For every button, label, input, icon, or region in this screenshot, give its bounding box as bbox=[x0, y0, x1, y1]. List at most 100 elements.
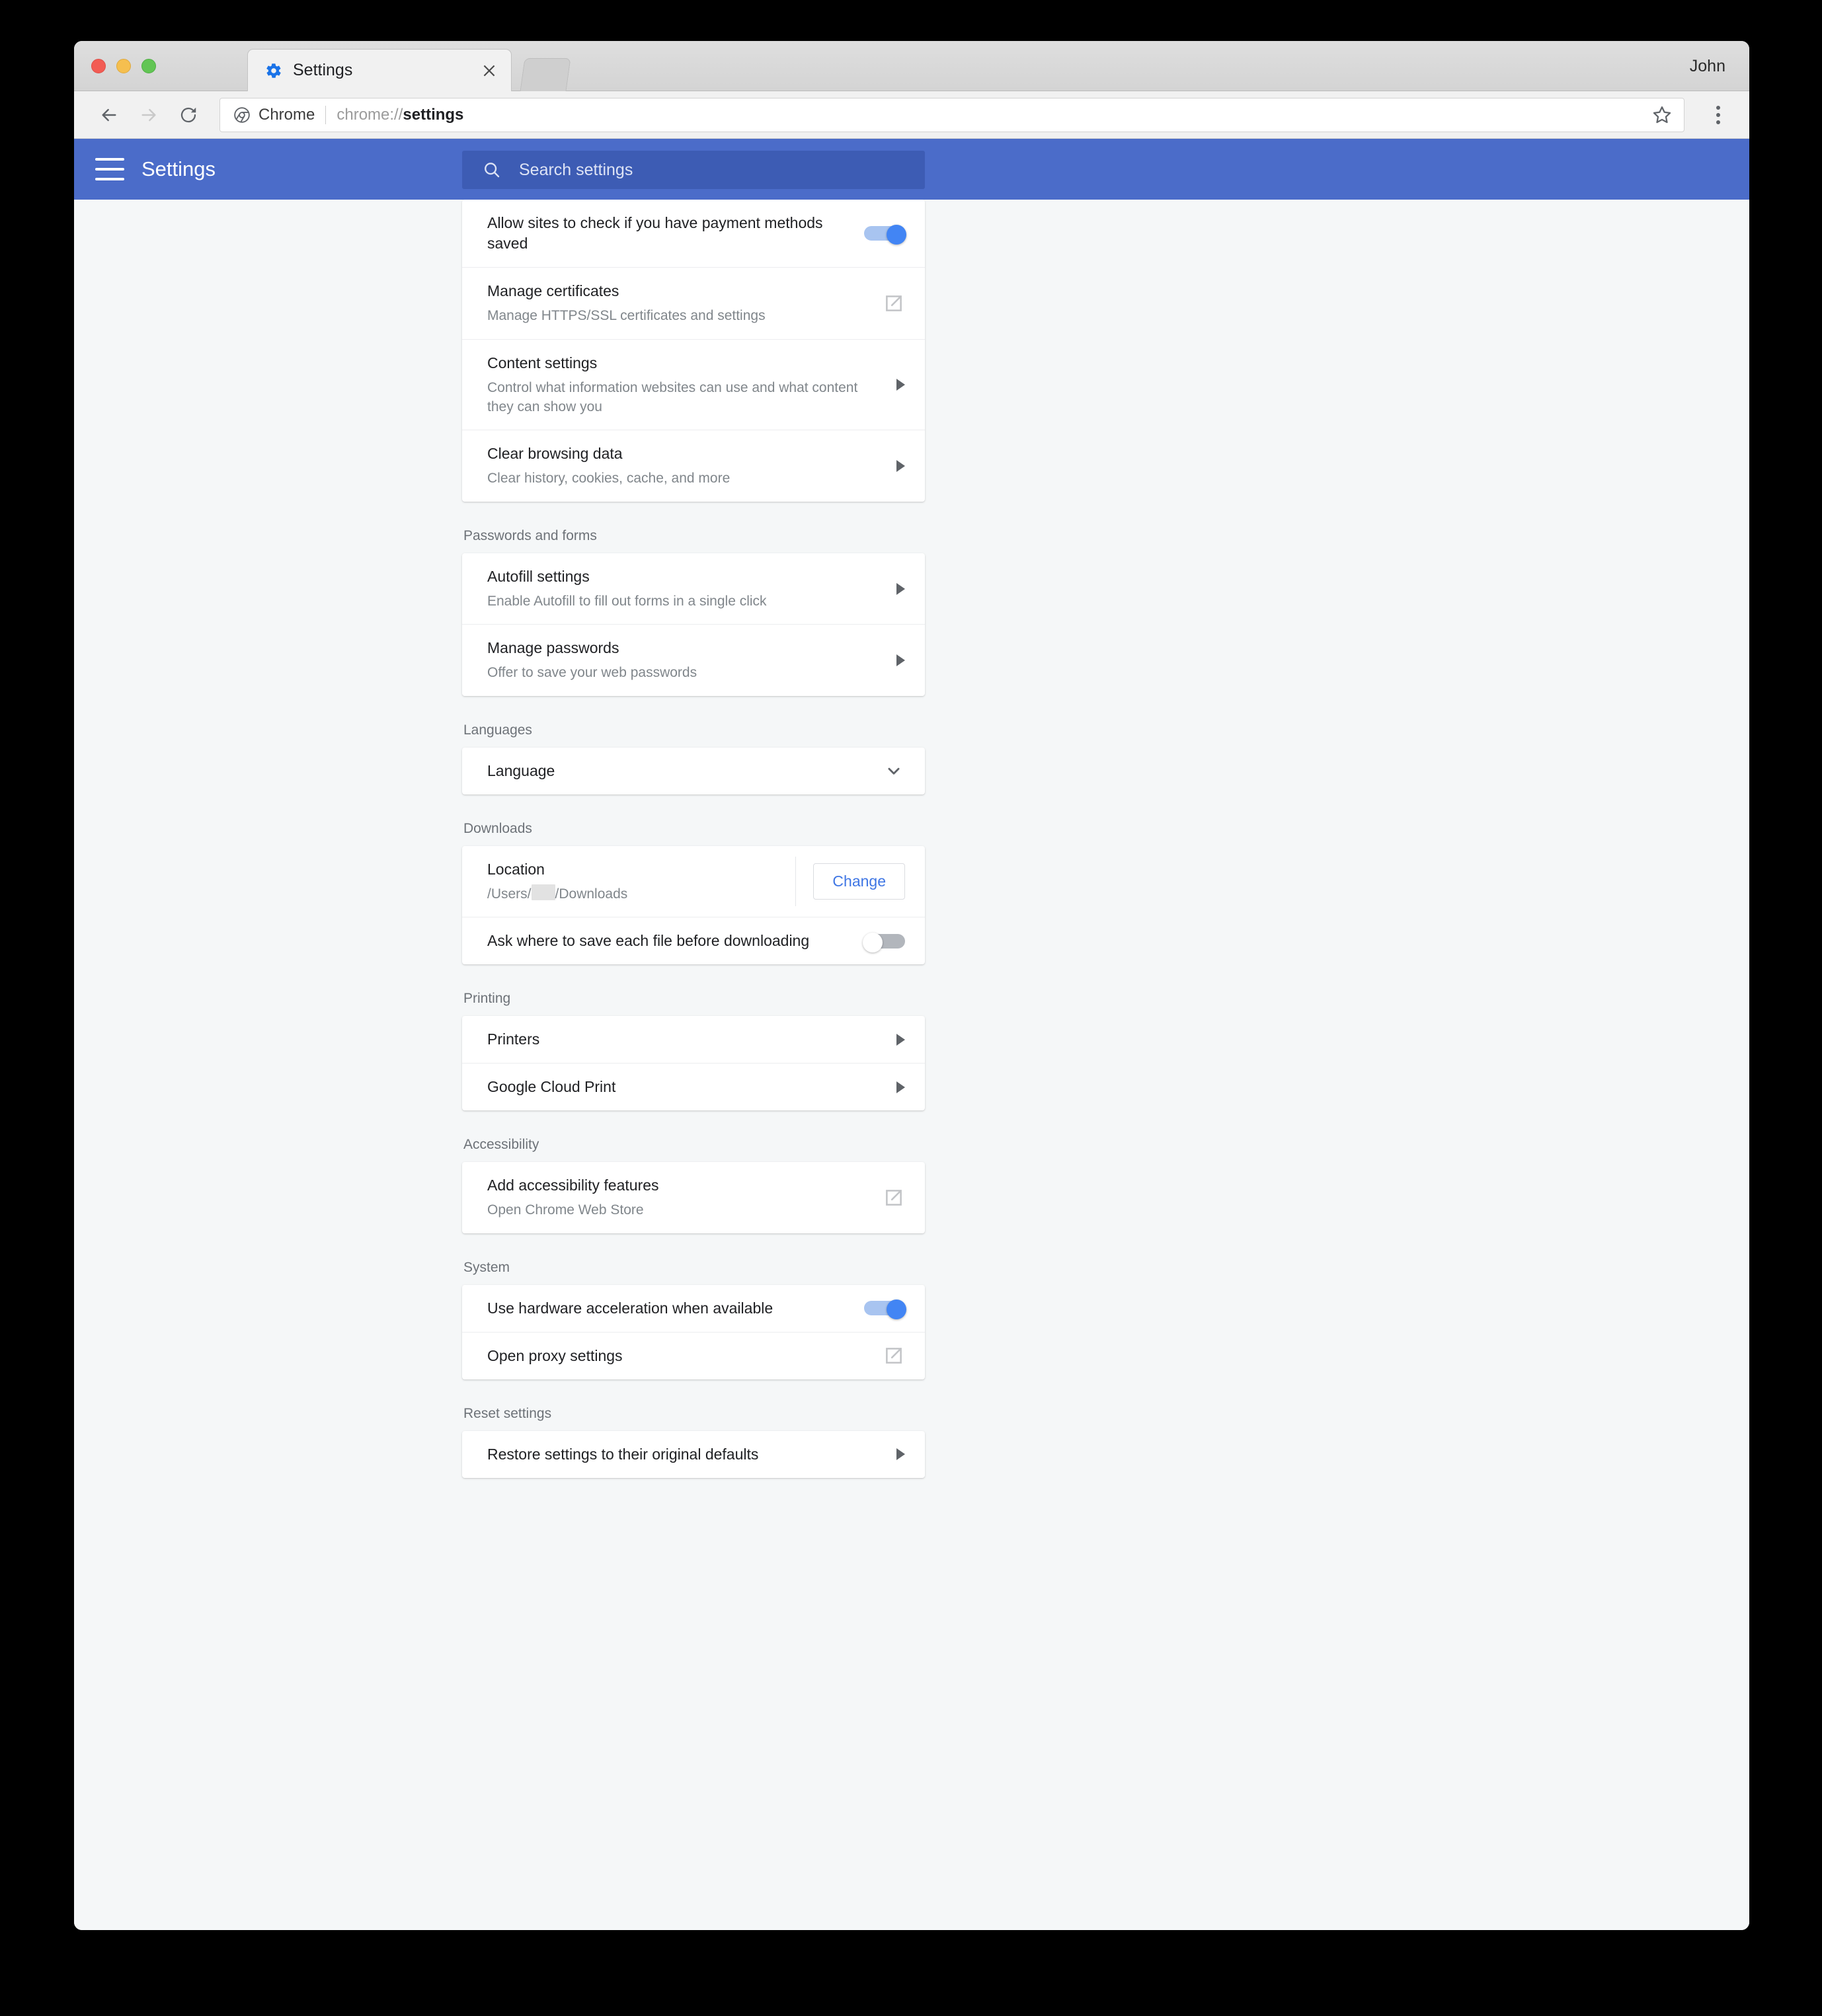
omnibox[interactable]: Chrome chrome://settings bbox=[219, 97, 1684, 132]
toggle-switch[interactable] bbox=[863, 932, 905, 952]
settings-row[interactable]: Manage passwords Offer to save your web p… bbox=[462, 624, 925, 695]
browser-toolbar: Chrome chrome://settings bbox=[74, 91, 1749, 139]
external-link-icon[interactable] bbox=[883, 1344, 905, 1367]
settings-row-text: Add accessibility features Open Chrome We… bbox=[487, 1162, 871, 1233]
section-label: Downloads bbox=[463, 820, 532, 836]
search-input[interactable]: Search settings bbox=[519, 161, 633, 180]
section-label: Printing bbox=[463, 991, 511, 1007]
close-icon[interactable] bbox=[479, 61, 499, 81]
path-suffix: /Downloads bbox=[555, 886, 628, 902]
chevron-right-glyph bbox=[896, 1033, 905, 1046]
toggle-switch-on[interactable] bbox=[864, 1299, 906, 1320]
settings-row[interactable]: Printers bbox=[462, 1016, 925, 1063]
settings-row[interactable]: Use hardware acceleration when available bbox=[462, 1285, 925, 1332]
chevron-right-icon[interactable] bbox=[896, 654, 905, 666]
traffic-lights bbox=[91, 59, 156, 73]
back-icon[interactable] bbox=[91, 97, 127, 133]
omnibox-url[interactable]: chrome://settings bbox=[337, 106, 1651, 124]
url-prefix: chrome:// bbox=[337, 105, 403, 124]
settings-card: Printers Google Cloud Print bbox=[462, 1016, 925, 1111]
settings-row[interactable]: Restore settings to their original defau… bbox=[462, 1431, 925, 1478]
search-settings-box[interactable]: Search settings bbox=[462, 151, 925, 189]
profile-name[interactable]: John bbox=[1690, 57, 1725, 76]
settings-row-title: Content settings bbox=[487, 354, 598, 371]
download-location-path: /Users/ /Downloads bbox=[487, 884, 785, 904]
settings-card: Add accessibility features Open Chrome We… bbox=[462, 1162, 925, 1233]
settings-row-title: Autofill settings bbox=[487, 567, 590, 585]
external-link-glyph bbox=[886, 295, 902, 311]
settings-row-title: Use hardware acceleration when available bbox=[487, 1299, 773, 1317]
external-link-glyph bbox=[886, 1190, 902, 1206]
minimize-window-button[interactable] bbox=[116, 59, 131, 73]
chevron-right-icon[interactable] bbox=[896, 582, 905, 595]
settings-row-text: Content settings Control what information… bbox=[487, 340, 885, 430]
settings-row-title: Google Cloud Print bbox=[487, 1078, 616, 1096]
close-window-button[interactable] bbox=[91, 59, 106, 73]
chevron-right-icon[interactable] bbox=[896, 1081, 905, 1093]
section-label: Reset settings bbox=[463, 1405, 552, 1421]
settings-row-title: Clear browsing data bbox=[487, 445, 623, 463]
settings-row[interactable]: Content settings Control what information… bbox=[462, 338, 925, 430]
chevron-right-icon[interactable] bbox=[896, 460, 905, 473]
external-link-icon[interactable] bbox=[883, 1186, 905, 1209]
chevron-right-icon[interactable] bbox=[896, 378, 905, 391]
section-label: System bbox=[463, 1259, 510, 1275]
bookmark-star-icon[interactable] bbox=[1651, 104, 1673, 126]
settings-row[interactable]: Manage certificates Manage HTTPS/SSL cert… bbox=[462, 267, 925, 338]
path-prefix: /Users/ bbox=[487, 886, 532, 902]
reload-icon[interactable] bbox=[171, 97, 206, 133]
omnibox-chrome-label: Chrome bbox=[258, 105, 315, 124]
settings-row-title: Printers bbox=[487, 1030, 540, 1048]
settings-row[interactable]: Google Cloud Print bbox=[462, 1063, 925, 1110]
chevron-down-icon[interactable] bbox=[883, 759, 905, 782]
settings-row[interactable]: Language bbox=[462, 748, 925, 795]
chevron-right-icon[interactable] bbox=[896, 1033, 905, 1046]
hamburger-icon[interactable] bbox=[95, 158, 124, 180]
search-icon bbox=[482, 160, 502, 180]
settings-row-text: Ask where to save each file before downl… bbox=[487, 917, 852, 964]
settings-row-text: Autofill settings Enable Autofill to fill… bbox=[487, 553, 885, 624]
chevron-right-glyph bbox=[896, 1448, 905, 1461]
settings-row[interactable]: Clear browsing data Clear history, cookie… bbox=[462, 430, 925, 501]
settings-row-title: Restore settings to their original defau… bbox=[487, 1445, 759, 1463]
settings-card: Use hardware acceleration when available… bbox=[462, 1284, 925, 1379]
settings-row[interactable]: Location/Users/ /Downloads Change bbox=[462, 846, 925, 917]
settings-card: Restore settings to their original defau… bbox=[462, 1430, 925, 1478]
settings-header: Settings Search settings bbox=[74, 139, 1749, 200]
settings-row-subtitle: Clear history, cookies, cache, and more bbox=[487, 471, 731, 486]
settings-row[interactable]: Ask where to save each file before downl… bbox=[462, 917, 925, 964]
settings-row-title: Location bbox=[487, 860, 545, 878]
toggle-switch[interactable] bbox=[864, 225, 906, 245]
gear-icon bbox=[265, 62, 282, 79]
browser-window: Settings John Chrome chrome://settings S… bbox=[74, 41, 1749, 1930]
toggle-knob bbox=[887, 225, 906, 245]
settings-row[interactable]: Open proxy settings bbox=[462, 1331, 925, 1379]
chrome-logo-icon bbox=[233, 106, 251, 124]
section-label: Passwords and forms bbox=[463, 527, 597, 543]
external-link-icon[interactable] bbox=[883, 292, 905, 315]
settings-row-text: Printers bbox=[487, 1016, 885, 1063]
settings-row[interactable]: Allow sites to check if you have payment… bbox=[462, 200, 925, 267]
chevron-right-icon[interactable] bbox=[896, 1448, 905, 1461]
inactive-tab-stub[interactable] bbox=[520, 58, 571, 91]
settings-row[interactable]: Autofill settings Enable Autofill to fill… bbox=[462, 553, 925, 624]
browser-tab-settings[interactable]: Settings bbox=[247, 49, 512, 91]
browser-menu-icon[interactable] bbox=[1704, 101, 1732, 129]
settings-row[interactable]: Add accessibility features Open Chrome We… bbox=[462, 1162, 925, 1233]
toggle-knob bbox=[863, 932, 883, 952]
chevron-right-glyph bbox=[896, 378, 905, 391]
change-location-button[interactable]: Change bbox=[813, 863, 905, 900]
settings-row-text: Use hardware acceleration when available bbox=[487, 1285, 852, 1332]
toggle-switch-off[interactable] bbox=[863, 932, 905, 952]
toggle-switch[interactable] bbox=[864, 1299, 906, 1320]
chevron-down-glyph bbox=[888, 767, 900, 775]
settings-row-title: Ask where to save each file before downl… bbox=[487, 932, 810, 950]
tab-title: Settings bbox=[293, 61, 353, 79]
maximize-window-button[interactable] bbox=[141, 59, 156, 73]
toggle-switch-on[interactable] bbox=[864, 225, 906, 245]
settings-row-text: Clear browsing data Clear history, cookie… bbox=[487, 430, 885, 501]
settings-row-text: Manage certificates Manage HTTPS/SSL cert… bbox=[487, 268, 871, 338]
